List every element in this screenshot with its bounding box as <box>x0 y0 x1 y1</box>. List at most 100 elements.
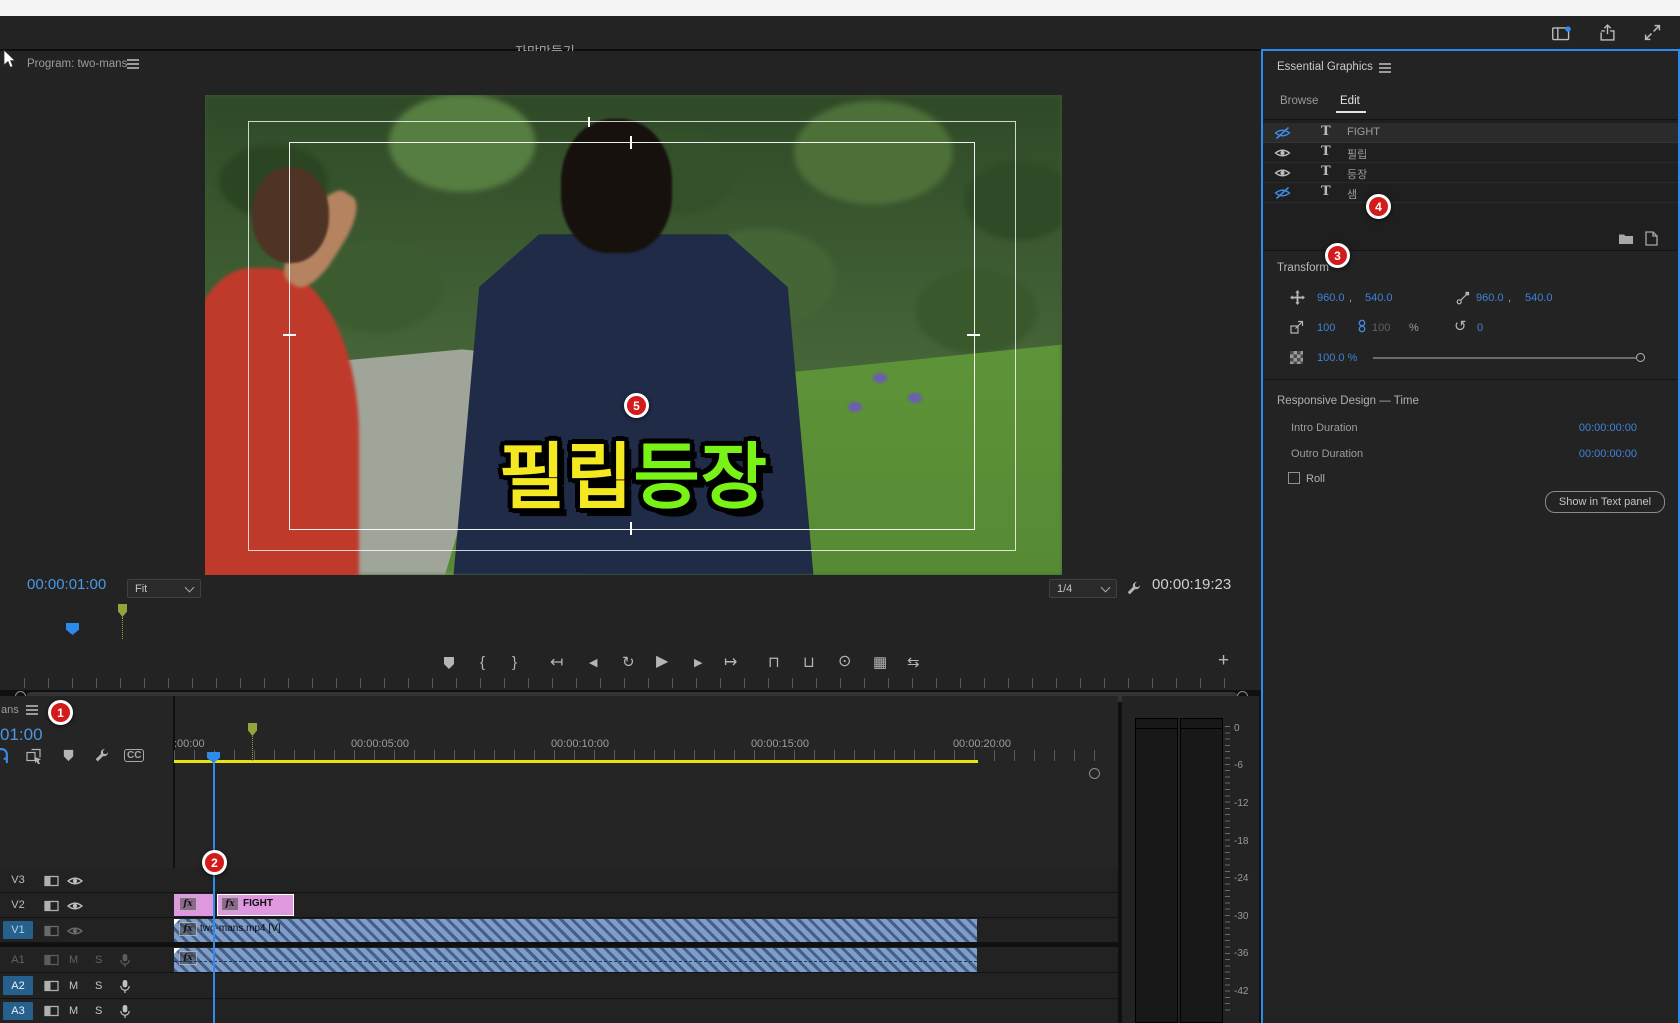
opacity-slider-knob[interactable] <box>1636 353 1645 362</box>
button-editor-plus[interactable]: + <box>1218 651 1229 670</box>
go-to-out-button[interactable]: ↦ <box>724 655 737 671</box>
source-patch-icon[interactable] <box>44 900 59 912</box>
timeline-marker-icon[interactable] <box>62 749 75 762</box>
track-visibility-eye-icon[interactable] <box>67 875 83 887</box>
track-label-a1[interactable]: A1 <box>3 950 33 969</box>
audio-clip-two-mans[interactable]: fx <box>174 948 977 972</box>
play-button[interactable]: ▶ <box>656 654 668 670</box>
position-icon[interactable] <box>1290 290 1305 305</box>
program-playhead[interactable] <box>66 623 79 635</box>
track-label-v2[interactable]: V2 <box>3 896 33 914</box>
anchor-y-value[interactable]: 540.0 <box>1525 292 1553 304</box>
new-folder-icon[interactable] <box>1618 233 1634 245</box>
play-in-to-out-button[interactable]: ↻ <box>622 655 635 670</box>
video-preview[interactable]: 필립등장 5 <box>205 95 1062 575</box>
track-label-a2[interactable]: A2 <box>3 976 33 995</box>
export-frame-button[interactable]: ⊙ <box>838 654 851 670</box>
audio-gain-line[interactable] <box>174 961 977 962</box>
captions-cc-icon[interactable]: CC <box>124 749 144 762</box>
bbox-bottom-handle[interactable] <box>630 522 632 535</box>
extract-button[interactable]: ⊔ <box>803 655 815 670</box>
layer-hidden-eye-off-icon[interactable] <box>1274 187 1291 199</box>
timeline-playhead-line[interactable] <box>213 761 215 1023</box>
bbox-top-handle[interactable] <box>630 136 632 149</box>
opacity-icon[interactable] <box>1290 351 1303 364</box>
timeline-panel-menu-icon[interactable] <box>26 705 38 707</box>
timeline-panel-title[interactable]: ans <box>1 704 19 716</box>
opacity-value[interactable]: 100.0 % <box>1317 352 1357 364</box>
position-y-value[interactable]: 540.0 <box>1365 292 1393 304</box>
scale-link-icon[interactable] <box>1356 319 1368 333</box>
new-layer-icon[interactable] <box>1645 231 1658 246</box>
voiceover-mic-icon[interactable] <box>118 979 132 994</box>
eg-layer-row-deungjang[interactable]: T 등장 <box>1263 163 1678 183</box>
track-visibility-eye-icon[interactable] <box>67 900 83 912</box>
track-label-v1[interactable]: V1 <box>3 921 33 939</box>
graphic-clip[interactable]: fx <box>174 894 214 916</box>
comparison-view-button[interactable]: ▦ <box>873 655 887 670</box>
eg-layer-row-pillip[interactable]: T 필립 <box>1263 143 1678 163</box>
source-patch-icon[interactable] <box>44 980 59 992</box>
sequence-marker-icon[interactable] <box>248 723 257 736</box>
solo-button[interactable]: S <box>95 980 102 992</box>
eg-panel-title[interactable]: Essential Graphics <box>1277 61 1373 73</box>
anchor-x-value[interactable]: 960.0 <box>1476 292 1504 304</box>
bbox-left-handle[interactable] <box>283 334 296 336</box>
eg-layer-row-saem[interactable]: T 샘 <box>1263 183 1678 203</box>
mark-in-button[interactable]: { <box>480 655 485 670</box>
track-label-a3[interactable]: A3 <box>3 1002 33 1020</box>
snap-toggle-icon[interactable] <box>0 748 9 763</box>
tab-browse[interactable]: Browse <box>1280 95 1318 107</box>
track-visibility-eye-icon[interactable] <box>67 925 83 937</box>
work-area-bar[interactable] <box>174 760 978 763</box>
graphic-clip-fight[interactable]: fx FIGHT <box>217 894 294 916</box>
eg-panel-menu-icon[interactable] <box>1379 63 1391 65</box>
intro-duration-value[interactable]: 00:00:00:00 <box>1542 422 1637 434</box>
show-in-text-panel-button[interactable]: Show in Text panel <box>1545 491 1665 513</box>
layer-visible-eye-icon[interactable] <box>1274 167 1291 179</box>
solo-button[interactable]: S <box>95 954 102 966</box>
position-x-value[interactable]: 960.0 <box>1317 292 1345 304</box>
source-patch-icon[interactable] <box>44 954 59 966</box>
program-panel-menu-icon[interactable] <box>127 59 139 61</box>
scale-icon[interactable] <box>1290 320 1304 334</box>
program-panel-title[interactable]: Program: two-mans <box>27 58 127 70</box>
timeline-settings-wrench-icon[interactable] <box>94 748 109 763</box>
anchor-point-icon[interactable] <box>1456 291 1470 305</box>
roll-checkbox[interactable] <box>1288 472 1300 484</box>
mark-out-button[interactable]: } <box>512 655 517 670</box>
opacity-slider-track[interactable] <box>1373 357 1636 359</box>
fullscreen-icon[interactable] <box>1644 24 1661 41</box>
mute-button[interactable]: M <box>69 1005 78 1017</box>
program-current-timecode[interactable]: 00:00:01:00 <box>27 576 106 593</box>
layer-visible-eye-icon[interactable] <box>1274 147 1291 159</box>
zoom-level-select[interactable]: Fit <box>127 579 201 598</box>
program-marker-icon[interactable] <box>118 604 127 617</box>
timeline-playhead-timecode[interactable]: 01:00 <box>0 725 43 745</box>
eg-layer-row-fight[interactable]: T FIGHT <box>1263 123 1678 143</box>
rotation-icon[interactable]: ↺ <box>1454 317 1467 335</box>
tab-edit[interactable]: Edit <box>1340 95 1360 107</box>
track-label-v3[interactable]: V3 <box>3 871 33 889</box>
program-settings-wrench-icon[interactable] <box>1126 581 1141 596</box>
share-export-icon[interactable] <box>1599 24 1616 41</box>
lift-button[interactable]: ⊓ <box>768 655 780 670</box>
mute-button[interactable]: M <box>69 980 78 992</box>
rotation-value[interactable]: 0 <box>1477 322 1483 334</box>
source-patch-icon[interactable] <box>44 1005 59 1017</box>
video-clip-two-mans[interactable]: fx two-mans.mp4 [V] <box>174 919 977 942</box>
layer-hidden-eye-off-icon[interactable] <box>1274 127 1291 139</box>
solo-button[interactable]: S <box>95 1005 102 1017</box>
playback-resolution-select[interactable]: 1/4 <box>1049 579 1117 598</box>
program-scrubber-ruler[interactable] <box>24 678 1240 688</box>
workspace-switcher-icon[interactable] <box>1552 26 1571 41</box>
voiceover-mic-icon[interactable] <box>118 953 132 968</box>
source-patch-icon[interactable] <box>44 875 59 887</box>
voiceover-mic-icon[interactable] <box>118 1004 132 1019</box>
step-forward-button[interactable]: ▶ <box>694 658 702 669</box>
timeline-right-handle[interactable] <box>1089 768 1100 779</box>
linked-selection-icon[interactable] <box>26 748 42 764</box>
add-marker-button[interactable] <box>442 656 456 670</box>
outro-duration-value[interactable]: 00:00:00:00 <box>1542 448 1637 460</box>
go-to-in-button[interactable]: ↤ <box>550 655 563 671</box>
